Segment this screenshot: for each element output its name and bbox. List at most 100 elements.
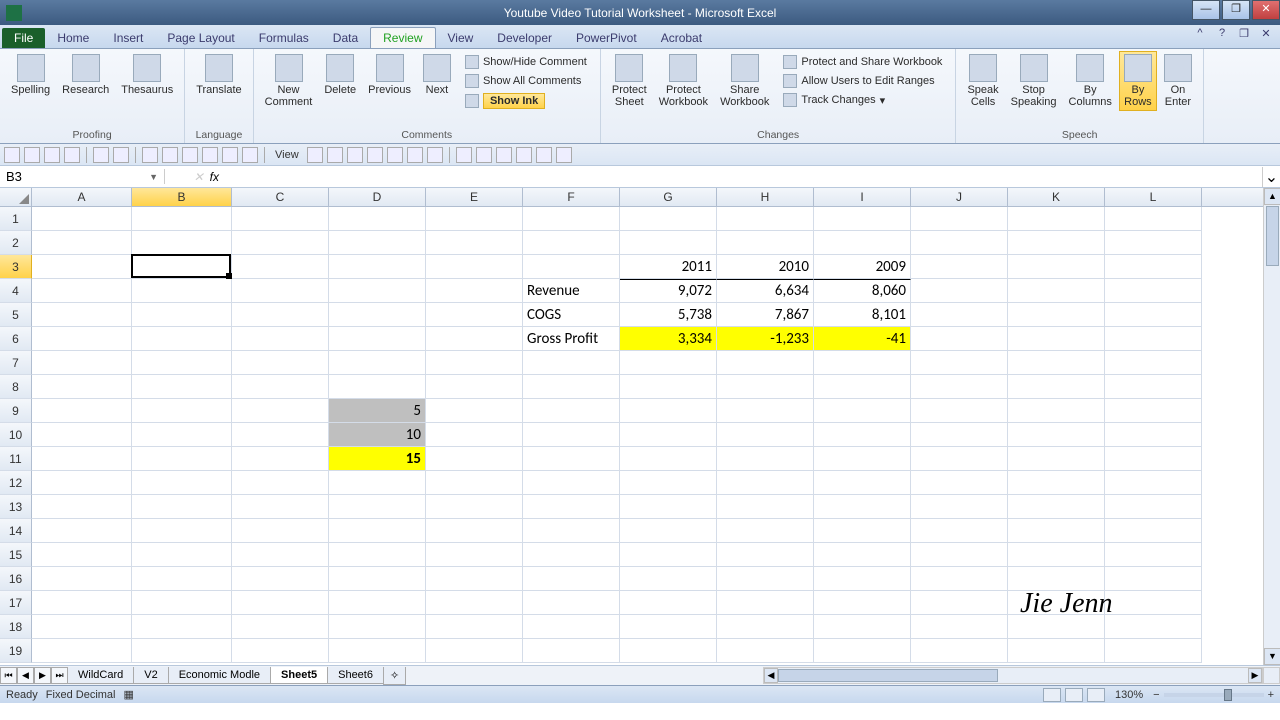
cell-J11[interactable] [911, 447, 1008, 471]
cell-C19[interactable] [232, 639, 329, 663]
resize-grip[interactable] [1263, 667, 1280, 684]
qat-open-icon[interactable] [24, 147, 40, 163]
fx-icon[interactable]: fx [210, 170, 219, 184]
col-header-H[interactable]: H [717, 188, 814, 206]
expand-formula-icon[interactable]: ⌄ [1262, 167, 1280, 187]
cell-B2[interactable] [132, 231, 232, 255]
tab-view[interactable]: View [436, 28, 486, 48]
cell-A11[interactable] [32, 447, 132, 471]
cell-H6[interactable]: -1,233 [717, 327, 814, 351]
cell-E14[interactable] [426, 519, 523, 543]
qat-undo-icon[interactable] [93, 147, 109, 163]
row-header-3[interactable]: 3 [0, 255, 32, 279]
qat-camera-icon[interactable] [242, 147, 258, 163]
row-header-14[interactable]: 14 [0, 519, 32, 543]
view-layout-icon[interactable] [1065, 688, 1083, 702]
cell-G15[interactable] [620, 543, 717, 567]
cell-H14[interactable] [717, 519, 814, 543]
cell-H19[interactable] [717, 639, 814, 663]
cell-A17[interactable] [32, 591, 132, 615]
row-header-13[interactable]: 13 [0, 495, 32, 519]
cell-G1[interactable] [620, 207, 717, 231]
row-header-5[interactable]: 5 [0, 303, 32, 327]
file-tab[interactable]: File [2, 28, 45, 48]
cell-D5[interactable] [329, 303, 426, 327]
cell-J9[interactable] [911, 399, 1008, 423]
cell-E15[interactable] [426, 543, 523, 567]
col-header-D[interactable]: D [329, 188, 426, 206]
scroll-right-icon[interactable]: ▶ [1248, 668, 1262, 683]
research-button[interactable]: Research [57, 51, 114, 99]
cell-C11[interactable] [232, 447, 329, 471]
cell-I5[interactable]: 8,101 [814, 303, 911, 327]
cell-D13[interactable] [329, 495, 426, 519]
cell-D4[interactable] [329, 279, 426, 303]
col-header-J[interactable]: J [911, 188, 1008, 206]
cell-I17[interactable] [814, 591, 911, 615]
show-all-comments-button[interactable]: Show All Comments [460, 72, 592, 90]
select-all-corner[interactable] [0, 188, 32, 206]
cell-A6[interactable] [32, 327, 132, 351]
cell-F6[interactable]: Gross Profit [523, 327, 620, 351]
cell-L18[interactable] [1105, 615, 1202, 639]
row-header-11[interactable]: 11 [0, 447, 32, 471]
qat-gridlines-icon[interactable] [307, 147, 323, 163]
qat-merge-icon[interactable] [327, 147, 343, 163]
cell-E1[interactable] [426, 207, 523, 231]
cell-D12[interactable] [329, 471, 426, 495]
show-ink-button[interactable]: Show Ink [460, 91, 592, 111]
scroll-thumb[interactable] [1266, 206, 1279, 266]
tab-insert[interactable]: Insert [101, 28, 155, 48]
cell-D7[interactable] [329, 351, 426, 375]
cell-C13[interactable] [232, 495, 329, 519]
vertical-scrollbar[interactable]: ▲ ▼ [1263, 188, 1280, 665]
cell-L11[interactable] [1105, 447, 1202, 471]
col-header-C[interactable]: C [232, 188, 329, 206]
cell-J8[interactable] [911, 375, 1008, 399]
cell-E4[interactable] [426, 279, 523, 303]
cell-F1[interactable] [523, 207, 620, 231]
cell-I12[interactable] [814, 471, 911, 495]
cell-G6[interactable]: 3,334 [620, 327, 717, 351]
cell-A15[interactable] [32, 543, 132, 567]
cell-A8[interactable] [32, 375, 132, 399]
tab-review[interactable]: Review [370, 27, 435, 48]
cell-I3[interactable]: 2009 [814, 255, 911, 279]
cell-H13[interactable] [717, 495, 814, 519]
cell-E3[interactable] [426, 255, 523, 279]
cell-K8[interactable] [1008, 375, 1105, 399]
cell-G14[interactable] [620, 519, 717, 543]
cell-I7[interactable] [814, 351, 911, 375]
cell-A3[interactable] [32, 255, 132, 279]
row-header-18[interactable]: 18 [0, 615, 32, 639]
cell-A18[interactable] [32, 615, 132, 639]
cell-E11[interactable] [426, 447, 523, 471]
cell-L12[interactable] [1105, 471, 1202, 495]
cell-I18[interactable] [814, 615, 911, 639]
track-changes-button[interactable]: Track Changes ▾ [778, 91, 947, 109]
cell-G12[interactable] [620, 471, 717, 495]
cell-F7[interactable] [523, 351, 620, 375]
qat-preview-icon[interactable] [162, 147, 178, 163]
tabnav-last-icon[interactable]: ⏭ [51, 667, 68, 684]
cell-J17[interactable] [911, 591, 1008, 615]
spelling-button[interactable]: Spelling [6, 51, 55, 99]
qat-outdent-icon[interactable] [427, 147, 443, 163]
by-rows-button[interactable]: By Rows [1119, 51, 1157, 111]
qat-paint-icon[interactable] [536, 147, 552, 163]
cell-A2[interactable] [32, 231, 132, 255]
cell-G16[interactable] [620, 567, 717, 591]
cell-J15[interactable] [911, 543, 1008, 567]
cell-C16[interactable] [232, 567, 329, 591]
cell-B6[interactable] [132, 327, 232, 351]
cell-G3[interactable]: 2011 [620, 255, 717, 279]
cell-H11[interactable] [717, 447, 814, 471]
cell-G11[interactable] [620, 447, 717, 471]
cell-J2[interactable] [911, 231, 1008, 255]
cell-B18[interactable] [132, 615, 232, 639]
row-header-1[interactable]: 1 [0, 207, 32, 231]
cell-J13[interactable] [911, 495, 1008, 519]
cell-L9[interactable] [1105, 399, 1202, 423]
col-header-I[interactable]: I [814, 188, 911, 206]
zoom-out-icon[interactable]: − [1153, 689, 1159, 701]
